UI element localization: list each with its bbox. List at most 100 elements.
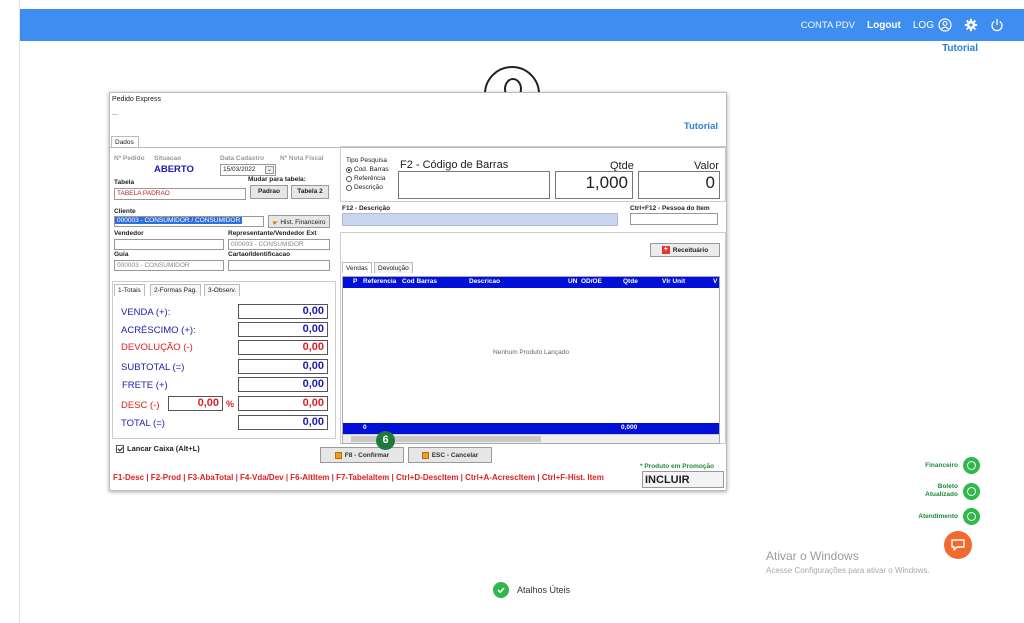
col-vlr-unit[interactable]: Vlr Unit [662,278,685,285]
chevron-down-icon[interactable]: ⌄ [265,166,274,174]
tabela-field[interactable]: TABELA PADRAO [114,188,246,200]
radio-descricao-label: Descrição [354,184,383,191]
tab-observ[interactable]: 3-Observ. [204,284,241,296]
descricao-input[interactable] [342,213,618,226]
financeiro-link[interactable]: Financeiro [925,462,958,470]
receituario-label: Receituário [672,246,709,254]
lancar-caixa-label: Lancar Caixa (Alt+L) [127,444,200,453]
desconto-percent-input[interactable]: 0,00 [168,396,223,411]
log-link[interactable]: LOG [913,18,952,32]
cliente-field[interactable]: 000003 - CONSUMIDOR / CONSUMIDOR [114,216,264,227]
receituario-button[interactable]: + Receituário [650,243,720,257]
vendedor-field[interactable] [114,239,224,250]
guia-field[interactable]: 000003 - CONSUMIDOR [114,260,224,271]
whatsapp-icon[interactable] [963,457,980,474]
cartao-field[interactable] [228,260,330,271]
hist-financeiro-button[interactable]: ☛ Hist. Financeiro [268,215,330,228]
radio-dot [346,184,352,191]
conta-pdv-link[interactable]: CONTA PDV [801,20,855,31]
boleto-link[interactable]: Boleto Atualizado [925,483,958,499]
window-tutorial-link[interactable]: Tutorial [684,121,718,132]
whatsapp-icon[interactable] [963,483,980,500]
power-icon[interactable] [990,18,1004,32]
padrao-button[interactable]: Padrao [250,185,288,199]
col-p[interactable]: P [353,278,357,285]
data-cadastro-label: Data Cadastro [220,155,265,162]
codigo-barras-input[interactable] [398,171,550,199]
col-un[interactable]: UN [568,278,577,285]
pessoa-item-input[interactable] [630,213,718,225]
logout-link[interactable]: Logout [867,20,901,31]
col-cod-barras[interactable]: Cod Barras [402,278,437,285]
grid-footer: 0 0,000 [343,423,719,434]
radio-dot-checked [346,166,352,173]
representante-label: Representante/Vendedor Ext [228,230,317,237]
pessoa-item-label: Ctrl+F12 - Pessoa do Item [630,205,710,212]
col-qtde[interactable]: Qtde [623,278,638,285]
tab-totais[interactable]: 1-Totais [114,284,145,296]
venda-value: 0,00 [238,304,328,319]
atendimento-link[interactable]: Atendimento [918,513,958,521]
pedido-label: Nº Pedido [114,155,145,162]
representante-field[interactable]: 000003 - CONSUMIDOR [228,239,330,250]
radio-referencia[interactable]: Referência [346,175,385,182]
nota-fiscal-label: Nº Nota Fiscal [280,155,324,162]
whatsapp-icon-inner [967,512,976,521]
desconto-value[interactable]: 0,00 [238,396,328,411]
whatsapp-icon-inner [967,487,976,496]
percent-sign: % [226,399,235,409]
footer-total: 0,000 [621,424,638,431]
confirmar-button[interactable]: F8 - Confirmar [320,447,404,463]
windows-activation-title: Ativar o Windows [766,549,859,563]
radio-descricao[interactable]: Descrição [346,184,383,191]
col-v[interactable]: V [713,278,717,285]
grid-scrollbar[interactable] [343,434,719,443]
tab-vendas[interactable]: Vendas [342,262,372,273]
grid-header: P Referencia Cod Barras Descricao UN OD/… [343,277,719,288]
step-badge: 6 [376,431,395,450]
devolucao-label: DEVOLUÇÃO (-) [121,342,193,353]
valor-input[interactable]: 0 [638,171,720,199]
mudar-tabela-label: Mudar para tabela: [248,176,306,183]
cliente-label: Cliente [114,208,136,215]
data-cadastro-field[interactable]: 15/03/2022 ⌄ [220,164,276,176]
qtde-input[interactable]: 1,000 [555,171,633,199]
tab-devolucao[interactable]: Devolução [374,262,413,273]
frete-value[interactable]: 0,00 [238,377,328,392]
desconto-label: DESC (-) [121,400,160,411]
col-od-oe[interactable]: OD/OE [581,278,602,285]
grid-empty-message: Nenhum Produto Lançado [493,349,569,356]
subtotal-value: 0,00 [238,359,328,374]
radio-cod-barras-label: Cod. Barras [354,166,389,173]
boleto-line1: Boleto [937,483,958,490]
cartao-label: Cartao/Identificacao [228,251,291,258]
window-title: Pedido Express [112,96,162,103]
gear-icon[interactable] [964,18,978,32]
tab-formas-pag[interactable]: 2-Formas Pag. [150,284,201,296]
page: CONTA PDV Logout LOG Tutorial Pedido Exp… [0,0,1024,623]
items-grid[interactable]: P Referencia Cod Barras Descricao UN OD/… [342,276,720,444]
tabela2-button[interactable]: Tabela 2 [291,185,329,199]
confirmar-label: F8 - Confirmar [344,451,390,459]
radio-cod-barras[interactable]: Cod. Barras [346,166,389,173]
mode-indicator: INCLUIR [642,471,724,488]
plus-icon: + [661,246,670,254]
whatsapp-icon[interactable] [963,508,980,525]
atalhos-uteis-link[interactable]: Atalhos Úteis [493,582,570,598]
cancelar-button[interactable]: ESC - Cancelar [408,447,492,463]
chat-bubble-icon[interactable] [944,531,972,559]
guia-label: Guia [114,251,129,258]
hist-financeiro-label: Hist. Financeiro [280,219,326,226]
lancar-caixa-checkbox[interactable]: Lancar Caixa (Alt+L) [116,444,200,453]
atalhos-uteis-label: Atalhos Úteis [517,585,571,595]
subtotal-label: SUBTOTAL (=) [121,362,185,373]
vendedor-label: Vendedor [114,230,144,237]
confirm-icon [334,451,342,459]
acrescimo-value[interactable]: 0,00 [238,322,328,337]
col-descricao[interactable]: Descricao [469,278,500,285]
codigo-barras-label: F2 - Código de Barras [400,159,509,171]
col-referencia[interactable]: Referencia [363,278,396,285]
log-label: LOG [912,19,934,31]
tutorial-link[interactable]: Tutorial [942,43,978,54]
total-value: 0,00 [238,415,328,430]
